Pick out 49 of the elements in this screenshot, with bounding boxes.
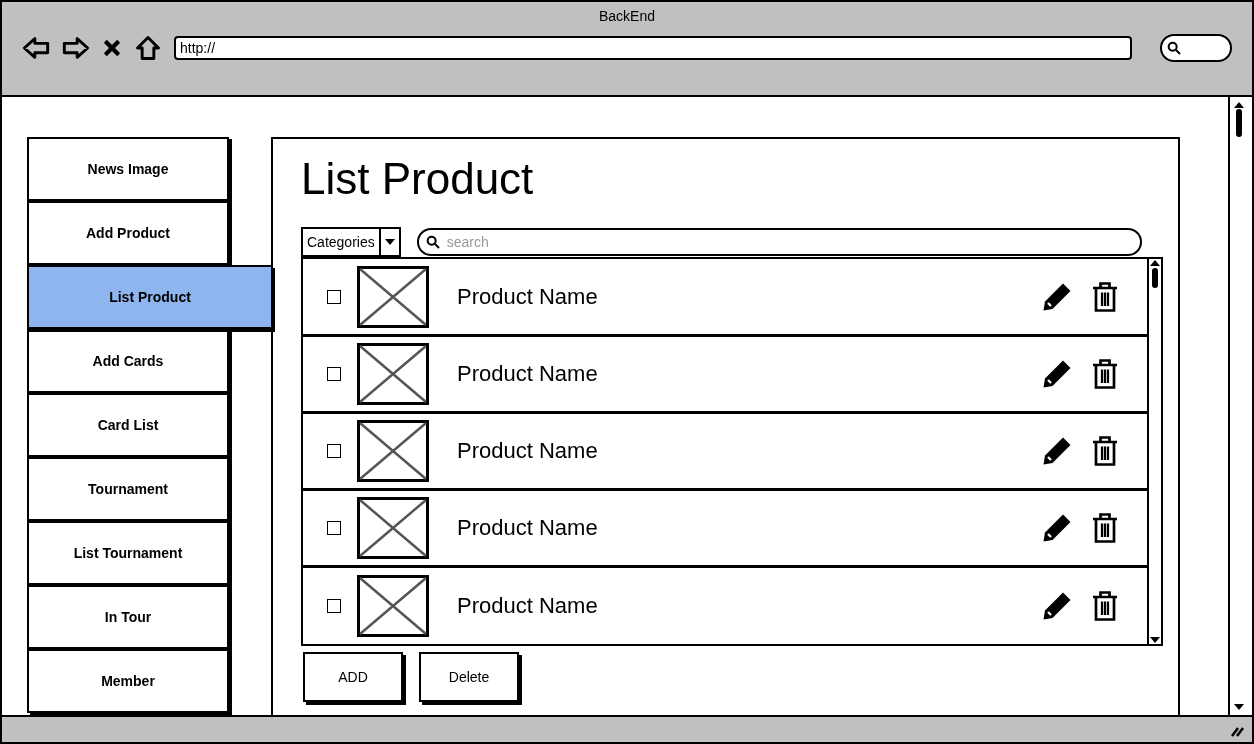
search-icon[interactable] <box>424 234 441 250</box>
checkbox[interactable] <box>327 520 341 535</box>
product-row[interactable]: Product Name <box>303 490 1147 567</box>
checkbox[interactable] <box>327 443 341 458</box>
checkbox[interactable] <box>327 598 341 613</box>
forward-arrow-icon[interactable] <box>62 34 90 62</box>
sidebar-item[interactable]: News Image <box>27 137 229 201</box>
scroll-up-icon[interactable] <box>1233 101 1245 109</box>
home-icon[interactable] <box>134 34 162 62</box>
sidebar-item[interactable]: Tournament <box>27 457 229 521</box>
product-name: Product Name <box>457 437 599 465</box>
page-title: List Product <box>301 153 535 205</box>
image-placeholder-icon <box>357 342 429 405</box>
address-field[interactable]: http:// <box>174 36 1132 60</box>
product-name: Product Name <box>457 592 599 620</box>
action-button[interactable]: ADD <box>303 652 403 702</box>
product-row[interactable]: Product Name <box>303 259 1147 336</box>
close-icon[interactable] <box>102 38 122 58</box>
sidebar-item[interactable]: In Tour <box>27 585 229 649</box>
sidebar-item[interactable]: Member <box>27 649 229 713</box>
image-placeholder-icon <box>357 265 429 328</box>
product-name: Product Name <box>457 283 599 311</box>
caret-icon <box>383 238 396 246</box>
back-arrow-icon[interactable] <box>22 34 50 62</box>
scroll-down-icon[interactable] <box>1233 703 1245 711</box>
sidebar-item[interactable]: Card List <box>27 393 229 457</box>
browser-search-field[interactable] <box>1160 34 1232 62</box>
checkbox[interactable] <box>327 289 341 304</box>
image-placeholder-icon <box>357 574 429 637</box>
scroll-up-icon[interactable] <box>1149 259 1161 267</box>
product-name: Product Name <box>457 514 599 542</box>
category-dropdown[interactable]: Categories <box>301 227 401 257</box>
search-field[interactable]: search <box>416 228 1142 256</box>
window-title: BackEnd <box>598 7 655 26</box>
product-row[interactable]: Product Name <box>303 413 1147 490</box>
product-row[interactable]: Product Name <box>303 336 1147 413</box>
sidebar-item[interactable]: Add Product <box>27 201 229 265</box>
checkbox[interactable] <box>327 366 341 381</box>
sidebar-item[interactable]: Add Cards <box>27 329 229 393</box>
sidebar-item[interactable]: List Tournament <box>27 521 229 585</box>
image-placeholder-icon <box>357 496 429 559</box>
sidebar-item[interactable]: List Product <box>27 265 273 329</box>
image-placeholder-icon <box>357 419 429 482</box>
scroll-down-icon[interactable] <box>1149 636 1161 644</box>
product-name: Product Name <box>457 360 599 388</box>
scroll-thumb[interactable] <box>1152 268 1158 288</box>
product-row[interactable]: Product Name <box>303 567 1147 644</box>
search-icon[interactable] <box>1166 40 1182 56</box>
action-button[interactable]: Delete <box>419 652 519 702</box>
